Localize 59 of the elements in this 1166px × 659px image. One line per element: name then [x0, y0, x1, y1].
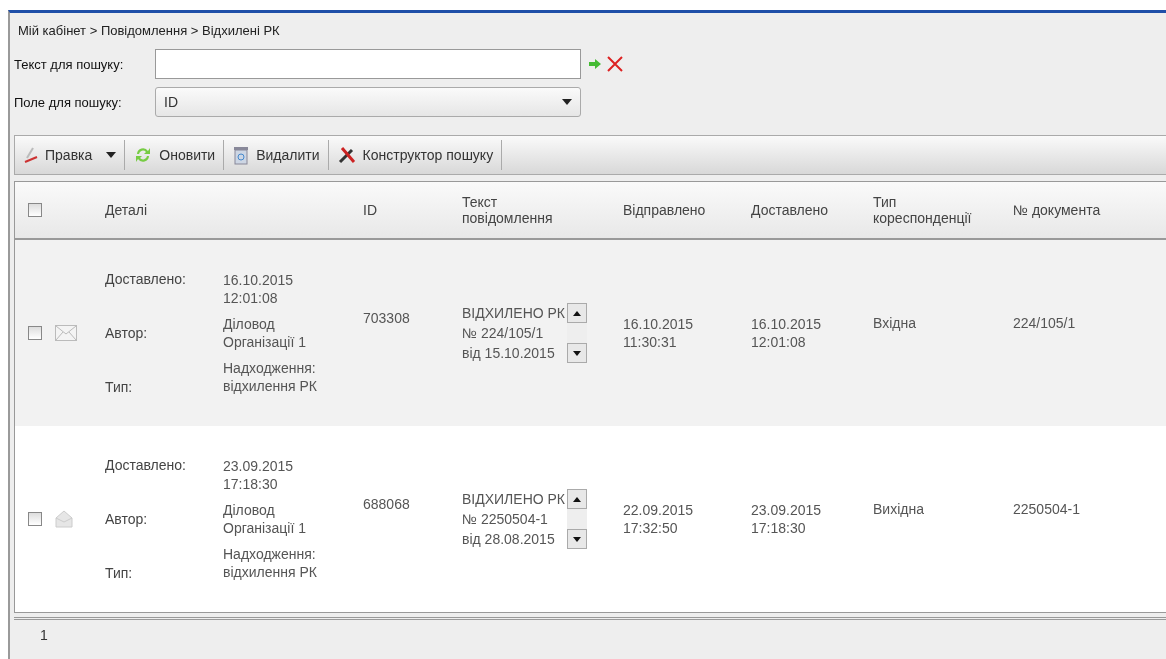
- detail-value: Надходження: відхилення РК: [223, 545, 318, 581]
- checkbox[interactable]: [28, 326, 42, 340]
- trash-icon: [232, 145, 251, 165]
- toolbar-button[interactable]: Оновити: [125, 140, 225, 170]
- search-field-dropdown[interactable]: ID: [155, 87, 581, 117]
- table-cell-text: 2250504-1: [1013, 500, 1081, 518]
- toolbar-button[interactable]: Конструктор пошуку: [328, 140, 503, 170]
- caret-icon: [562, 99, 572, 105]
- scroll-down-button[interactable]: [567, 343, 588, 363]
- field-label: Поле для пошуку:: [14, 94, 123, 110]
- detail-label: Доставлено:: [105, 456, 187, 475]
- page-number[interactable]: 1: [40, 627, 48, 643]
- detail-value: Діловод Організації 1: [223, 501, 307, 537]
- down-arrow-icon: [573, 350, 582, 356]
- column-header[interactable]: Тип кореспонденції: [873, 194, 983, 226]
- up-arrow-icon: [573, 496, 582, 502]
- table-cell-text: 224/105/1: [1013, 314, 1077, 332]
- column-header[interactable]: Доставлено: [751, 202, 861, 218]
- table-cell-text: 23.09.2015 17:18:30: [751, 501, 823, 537]
- message-text: ВІДХИЛЕНО РК № 224/105/1 від 15.10.2015: [462, 304, 566, 363]
- column-header[interactable]: Деталі: [105, 202, 363, 218]
- close-icon[interactable]: [607, 56, 623, 72]
- scroll-up-button[interactable]: [567, 489, 588, 509]
- breadcrumb: Мій кабінет > Повідомлення > Відхилені РК: [17, 22, 281, 40]
- detail-label: Доставлено:: [105, 270, 187, 289]
- detail-value: 23.09.2015 17:18:30: [223, 457, 295, 493]
- table-cell-text: Вихідна: [873, 500, 925, 518]
- detail-label: Тип:: [105, 378, 134, 397]
- tools-icon: [336, 145, 357, 165]
- detail-label: Тип:: [105, 564, 134, 583]
- detail-value: Діловод Організації 1: [223, 315, 307, 351]
- table-cell-text: 16.10.2015 11:30:31: [623, 315, 695, 351]
- down-arrow-icon: [573, 536, 582, 542]
- message-text: ВІДХИЛЕНО РК № 2250504-1 від 28.08.2015: [462, 490, 566, 549]
- scroll-down-button[interactable]: [567, 529, 588, 549]
- checkbox[interactable]: [28, 203, 42, 217]
- toolbar-button[interactable]: Правка: [15, 140, 126, 170]
- table-cell-text: Вхідна: [873, 314, 917, 332]
- detail-label: Автор:: [105, 324, 149, 343]
- scroll-up-button[interactable]: [567, 303, 588, 323]
- search-field[interactable]: [155, 49, 581, 79]
- table-cell-text: 16.10.2015 12:01:08: [751, 315, 823, 351]
- table-cell-text: 22.09.2015 17:32:50: [623, 501, 695, 537]
- detail-value: Надходження: відхилення РК: [223, 359, 318, 395]
- column-header[interactable]: ID: [363, 202, 462, 218]
- column-header[interactable]: Текст повідомлення: [462, 194, 572, 226]
- table-cell-text: 703308: [363, 309, 411, 327]
- column-header[interactable]: № документа: [1013, 202, 1123, 218]
- caret-icon: [106, 152, 117, 158]
- detail-value: 16.10.2015 12:01:08: [223, 271, 295, 307]
- checkbox[interactable]: [28, 512, 42, 526]
- table-cell-text: 688068: [363, 495, 411, 513]
- toolbar-button[interactable]: Видалити: [224, 140, 329, 170]
- field-label: Текст для пошуку:: [14, 56, 125, 72]
- column-header[interactable]: Відправлено: [623, 202, 733, 218]
- up-arrow-icon: [573, 310, 582, 316]
- pen-icon: [23, 146, 39, 164]
- detail-label: Автор:: [105, 510, 149, 529]
- arrow-icon[interactable]: [589, 59, 601, 69]
